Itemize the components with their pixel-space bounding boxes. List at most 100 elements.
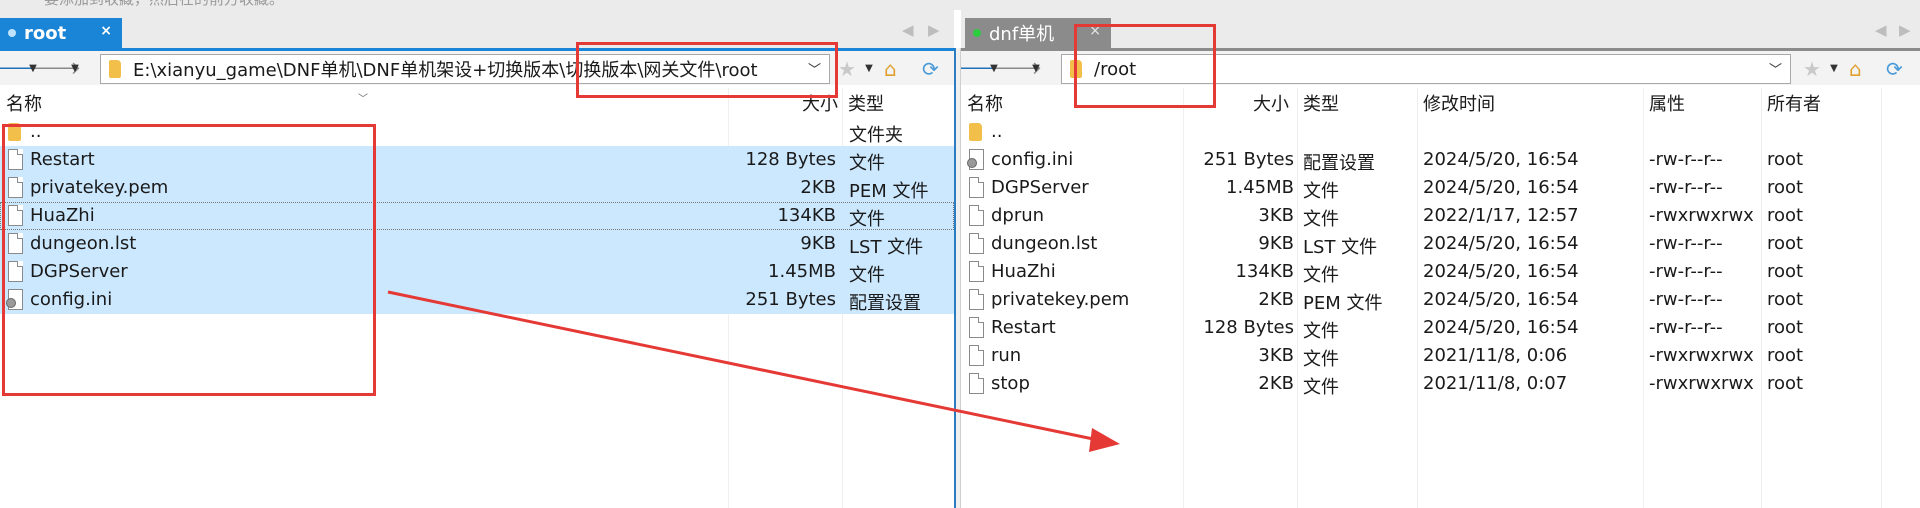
- annotation-box-local-path: [576, 42, 838, 98]
- bookmark-dropdown-icon[interactable]: ▼: [1827, 63, 1841, 74]
- file-name: DGPServer: [991, 177, 1089, 198]
- file-name: dprun: [991, 205, 1045, 226]
- file-type: PEM 文件: [849, 181, 929, 202]
- file-type: 文件夹: [849, 125, 903, 146]
- file-attributes: -rw-r--r--: [1649, 177, 1723, 198]
- col-name[interactable]: 名称: [6, 90, 42, 116]
- file-owner: root: [1767, 177, 1804, 198]
- list-item[interactable]: privatekey.pem 2KB PEM 文件 2024/5/20, 16:54 -…: [961, 286, 1920, 314]
- forward-dropdown-icon[interactable]: ▼: [68, 63, 82, 74]
- file-size: 2KB: [1258, 289, 1294, 310]
- annotation-box-remote-path: [1074, 24, 1216, 108]
- tab-scroll-right-icon[interactable]: ▶: [1899, 21, 1911, 39]
- folder-icon: [109, 60, 121, 78]
- file-icon: [969, 205, 984, 226]
- forward-arrow-icon[interactable]: 🡒: [994, 56, 1042, 80]
- close-icon[interactable]: ×: [100, 23, 112, 39]
- back-arrow-icon[interactable]: 🡐: [961, 56, 1000, 80]
- file-type: 配置设置: [849, 293, 921, 314]
- parent-dir-row[interactable]: ..: [961, 118, 1920, 146]
- pane-splitter[interactable]: [954, 48, 961, 508]
- col-attributes[interactable]: 属性: [1649, 90, 1685, 116]
- chevron-down-icon[interactable]: ﹀: [1769, 59, 1782, 78]
- back-arrow-icon[interactable]: 🡐: [0, 56, 39, 80]
- file-attributes: -rwxrwxrwx: [1649, 205, 1754, 226]
- file-type: 文件: [1303, 349, 1339, 370]
- forward-dropdown-icon[interactable]: ▼: [1029, 63, 1043, 74]
- file-name: stop: [991, 373, 1030, 394]
- file-size: 3KB: [1258, 345, 1294, 366]
- col-type[interactable]: 类型: [1303, 90, 1339, 116]
- tab-scroll-left-icon[interactable]: ◀: [902, 21, 914, 39]
- file-attributes: -rwxrwxrwx: [1649, 373, 1754, 394]
- list-item[interactable]: dprun 3KB 文件 2022/1/17, 12:57 -rwxrwxrwx root: [961, 202, 1920, 230]
- file-type: LST 文件: [849, 237, 924, 258]
- file-owner: root: [1767, 373, 1804, 394]
- col-type[interactable]: 类型: [848, 90, 884, 116]
- col-size[interactable]: 大小: [1253, 90, 1289, 116]
- file-name: dungeon.lst: [991, 233, 1098, 254]
- list-item[interactable]: run 3KB 文件 2021/11/8, 0:06 -rwxrwxrwx root: [961, 342, 1920, 370]
- tab-scroll-right-icon[interactable]: ▶: [928, 21, 940, 39]
- right-file-list: .. config.ini 251 Bytes 配置设置 2024/5/20, 16:…: [961, 118, 1920, 398]
- file-type: LST 文件: [1303, 237, 1378, 258]
- file-type: 文件: [1303, 181, 1339, 202]
- col-name[interactable]: 名称: [967, 90, 1003, 116]
- file-name: privatekey.pem: [991, 289, 1130, 310]
- file-owner: root: [1767, 205, 1804, 226]
- file-attributes: -rwxrwxrwx: [1649, 345, 1754, 366]
- file-modified: 2022/1/17, 12:57: [1423, 205, 1579, 226]
- file-icon: [969, 345, 984, 366]
- file-owner: root: [1767, 345, 1804, 366]
- file-size: 251 Bytes: [1203, 149, 1294, 170]
- list-item[interactable]: DGPServer 1.45MB 文件 2024/5/20, 16:54 -rw-r--…: [961, 174, 1920, 202]
- tab-label: dnf单机: [989, 24, 1055, 45]
- file-size: 128 Bytes: [745, 149, 836, 170]
- refresh-icon[interactable]: ⟳: [922, 57, 939, 81]
- list-item[interactable]: dungeon.lst 9KB LST 文件 2024/5/20, 16:54 -rw-…: [961, 230, 1920, 258]
- list-item[interactable]: config.ini 251 Bytes 配置设置 2024/5/20, 16:54 -…: [961, 146, 1920, 174]
- file-size: 134KB: [777, 205, 836, 226]
- tab-root[interactable]: root ×: [0, 18, 122, 48]
- file-owner: root: [1767, 149, 1804, 170]
- file-modified: 2021/11/8, 0:06: [1423, 345, 1568, 366]
- annotation-box-selected-files: [2, 124, 376, 396]
- file-type: 文件: [1303, 377, 1339, 398]
- bookmark-dropdown-icon[interactable]: ▼: [862, 63, 876, 74]
- list-item[interactable]: Restart 128 Bytes 文件 2024/5/20, 16:54 -rw-r-…: [961, 314, 1920, 342]
- file-size: 128 Bytes: [1203, 317, 1294, 338]
- file-type: 配置设置: [1303, 153, 1375, 174]
- file-modified: 2024/5/20, 16:54: [1423, 289, 1579, 310]
- file-owner: root: [1767, 261, 1804, 282]
- file-icon: [969, 233, 984, 254]
- refresh-icon[interactable]: ⟳: [1886, 57, 1903, 81]
- file-name: config.ini: [991, 149, 1074, 170]
- home-folder-icon[interactable]: ⌂: [884, 57, 897, 81]
- forward-arrow-icon[interactable]: 🡒: [33, 56, 81, 80]
- col-modified[interactable]: 修改时间: [1423, 90, 1495, 116]
- file-icon: [969, 177, 984, 198]
- file-size: 1.45MB: [1226, 177, 1294, 198]
- home-folder-icon[interactable]: ⌂: [1849, 57, 1862, 81]
- top-hint-strip: 要添加到收藏，然后在的前方收藏。: [0, 0, 1920, 10]
- star-icon[interactable]: ★: [1803, 57, 1821, 81]
- file-name: Restart: [991, 317, 1056, 338]
- file-type: PEM 文件: [1303, 293, 1383, 314]
- file-attributes: -rw-r--r--: [1649, 289, 1723, 310]
- connection-status-dot: [973, 29, 981, 37]
- top-hint-text: 要添加到收藏，然后在的前方收藏。: [44, 0, 284, 9]
- list-item[interactable]: stop 2KB 文件 2021/11/8, 0:07 -rwxrwxrwx root: [961, 370, 1920, 398]
- file-size: 9KB: [1258, 233, 1294, 254]
- file-icon: [969, 289, 984, 310]
- file-attributes: -rw-r--r--: [1649, 149, 1723, 170]
- tab-status-dot: [8, 29, 16, 37]
- file-owner: root: [1767, 289, 1804, 310]
- file-owner: root: [1767, 317, 1804, 338]
- tab-scroll-left-icon[interactable]: ◀: [1875, 21, 1887, 39]
- list-item[interactable]: HuaZhi 134KB 文件 2024/5/20, 16:54 -rw-r--r-- r…: [961, 258, 1920, 286]
- file-type: 文件: [1303, 209, 1339, 230]
- col-owner[interactable]: 所有者: [1767, 90, 1821, 116]
- star-icon[interactable]: ★: [838, 57, 856, 81]
- file-name: ..: [991, 121, 1003, 142]
- file-type: 文件: [849, 153, 885, 174]
